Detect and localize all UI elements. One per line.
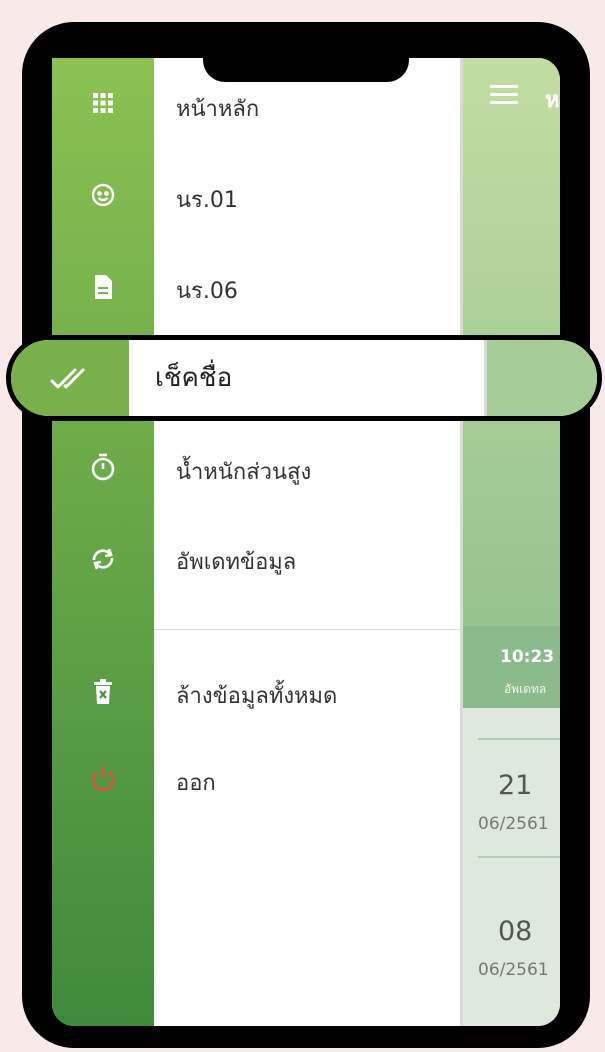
menu-item-home[interactable]: หน้าหลัก — [176, 91, 259, 126]
stopwatch-icon[interactable] — [86, 452, 120, 482]
power-icon[interactable] — [86, 764, 120, 794]
double-check-icon[interactable] — [49, 364, 93, 394]
header-title: ห — [545, 88, 560, 113]
grid-icon[interactable] — [86, 88, 120, 118]
menu-item-weight-height[interactable]: น้ำหนักส่วนสูง — [176, 454, 311, 489]
row-divider — [478, 856, 560, 858]
phone-notch — [203, 48, 409, 82]
sync-icon[interactable] — [86, 544, 120, 574]
update-label: อัพเดทล — [504, 682, 547, 696]
menu-item-nr01[interactable]: นร.01 — [176, 182, 238, 217]
trash-icon[interactable] — [86, 677, 120, 707]
record-day[interactable]: 21 — [498, 770, 532, 801]
update-time: 10:23 — [500, 647, 555, 667]
hamburger-icon[interactable] — [490, 85, 518, 105]
drawer-divider — [154, 629, 460, 630]
document-icon[interactable] — [86, 272, 120, 302]
row-divider — [478, 738, 560, 740]
menu-item-exit[interactable]: ออก — [176, 765, 216, 800]
record-month-year: 06/2561 — [478, 960, 549, 980]
menu-item-update-data[interactable]: อัพเดทข้อมูล — [176, 544, 296, 579]
highlight-main-strip — [487, 340, 597, 416]
menu-item-check-attendance[interactable]: เช็คชื่อ — [155, 357, 232, 398]
menu-item-clear-all[interactable]: ล้างข้อมูลทั้งหมด — [176, 678, 337, 713]
face-icon[interactable] — [86, 180, 120, 210]
app-screen: ห 10:23 อัพเดทล 21 06/2561 08 06/2561 หน… — [52, 58, 560, 1026]
highlighted-menu-item[interactable]: เช็คชื่อ — [6, 335, 602, 421]
record-month-year: 06/2561 — [478, 814, 549, 834]
record-day[interactable]: 08 — [498, 916, 532, 947]
menu-item-nr06[interactable]: นร.06 — [176, 273, 238, 308]
